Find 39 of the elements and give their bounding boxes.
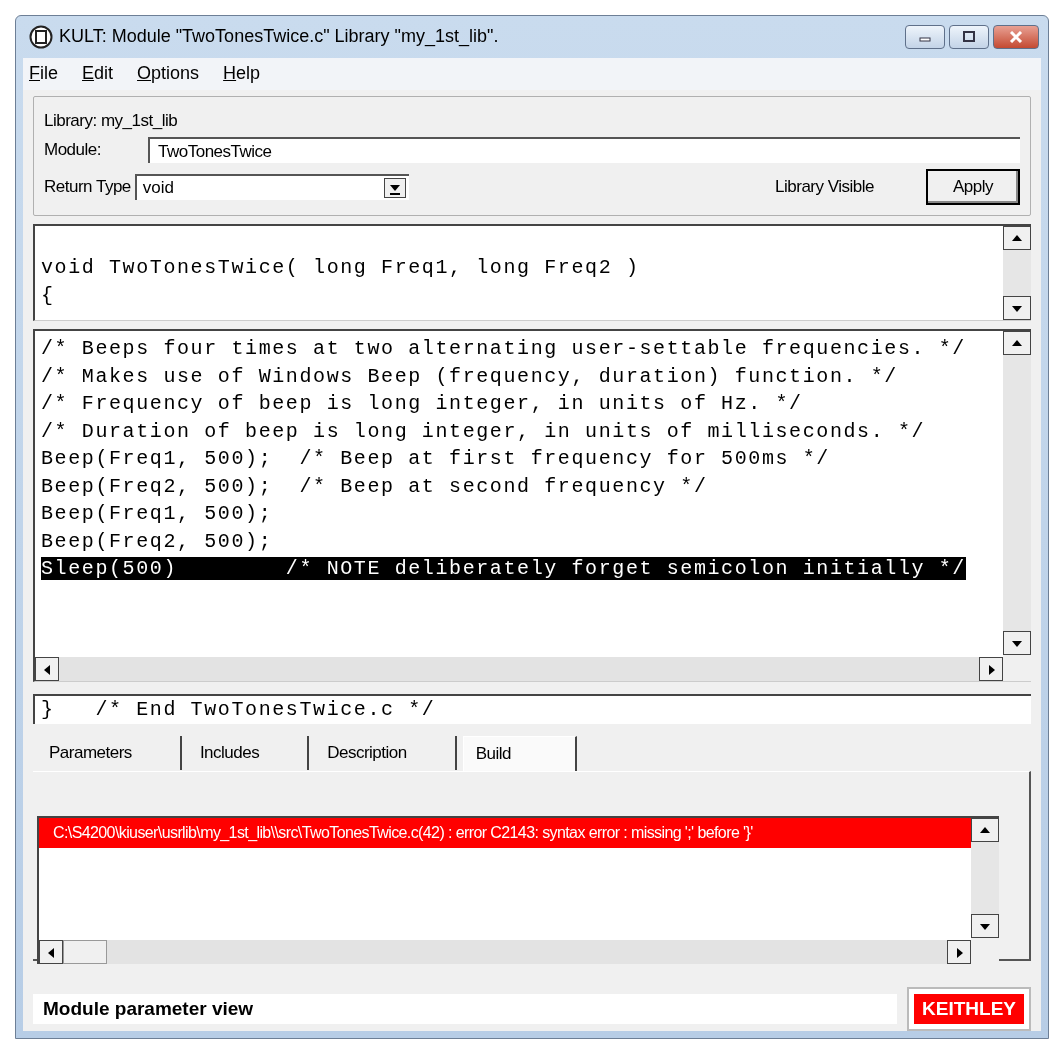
build-error-message[interactable]: C:\S4200\kiuser\usrlib\my_1st_lib\\src\TwoTonesTwice.c(42) : error C2143: syntax error : missing ';' before '}'	[39, 818, 971, 848]
menu-item[interactable]: Edit	[82, 61, 114, 87]
menu-item[interactable]: Options	[137, 61, 200, 87]
close-button[interactable]	[993, 24, 1039, 49]
module-name-field[interactable]: TwoTonesTwice	[148, 137, 1020, 163]
vertical-scrollbar[interactable]	[1003, 331, 1031, 681]
menu-item[interactable]: File	[29, 61, 58, 87]
vertical-scrollbar[interactable]	[1003, 226, 1031, 320]
tab[interactable]: Build	[462, 736, 578, 771]
apply-button[interactable]: Apply	[926, 169, 1020, 205]
code-line: /* Duration of beep is long integer, in units of milliseconds. */	[41, 419, 926, 443]
return-type-label: Return Type	[44, 177, 131, 197]
code-line: Beep(Freq2, 500);	[41, 529, 273, 553]
code-line: Beep(Freq1, 500); /* Beep at first frequency for 500ms */	[41, 447, 830, 470]
maximize-button[interactable]	[949, 24, 989, 49]
code-editor[interactable]	[33, 329, 1031, 682]
menu-item[interactable]: Help	[223, 61, 261, 87]
vertical-scrollbar[interactable]	[971, 818, 999, 964]
prototype-editor[interactable]: void TwoTonesTwice( long Freq1, long Freq2 ) {	[33, 224, 1031, 321]
return-type-dropdown[interactable]: void	[134, 174, 409, 200]
code-line: /* Makes use of Windows Beep (frequency, duration) function. */	[41, 364, 898, 388]
code-line: {	[40, 282, 56, 309]
maximize-icon	[961, 30, 977, 43]
window-title: KULT: Module "TwoTonesTwice.c" Library "my_1st_lib".	[59, 26, 499, 48]
code-line: Beep(Freq1, 500);	[41, 502, 273, 525]
library-visible-label: Library Visible	[775, 177, 874, 197]
library-label: Library: my_1st_lib	[44, 111, 179, 131]
code-line: Beep(Freq2, 500); /* Beep at second frequency */	[41, 474, 708, 498]
minimize-button[interactable]	[905, 24, 945, 49]
status-text: Module parameter view	[33, 994, 898, 1024]
horizontal-scrollbar[interactable]	[39, 940, 971, 964]
keithley-logo: KEITHLEY	[914, 994, 1024, 1024]
code-line: void TwoTonesTwice( long Freq1, long Freq2 )	[40, 255, 641, 281]
code-line: /* Beeps four times at two alternating user-settable frequencies. */	[41, 337, 966, 360]
module-label: Module:	[44, 140, 102, 160]
code-line: /* Frequency of beep is long integer, in units of Hz. */	[41, 392, 803, 415]
app-icon	[29, 24, 53, 49]
horizontal-scrollbar[interactable]	[35, 657, 1003, 681]
close-icon	[1008, 30, 1024, 43]
